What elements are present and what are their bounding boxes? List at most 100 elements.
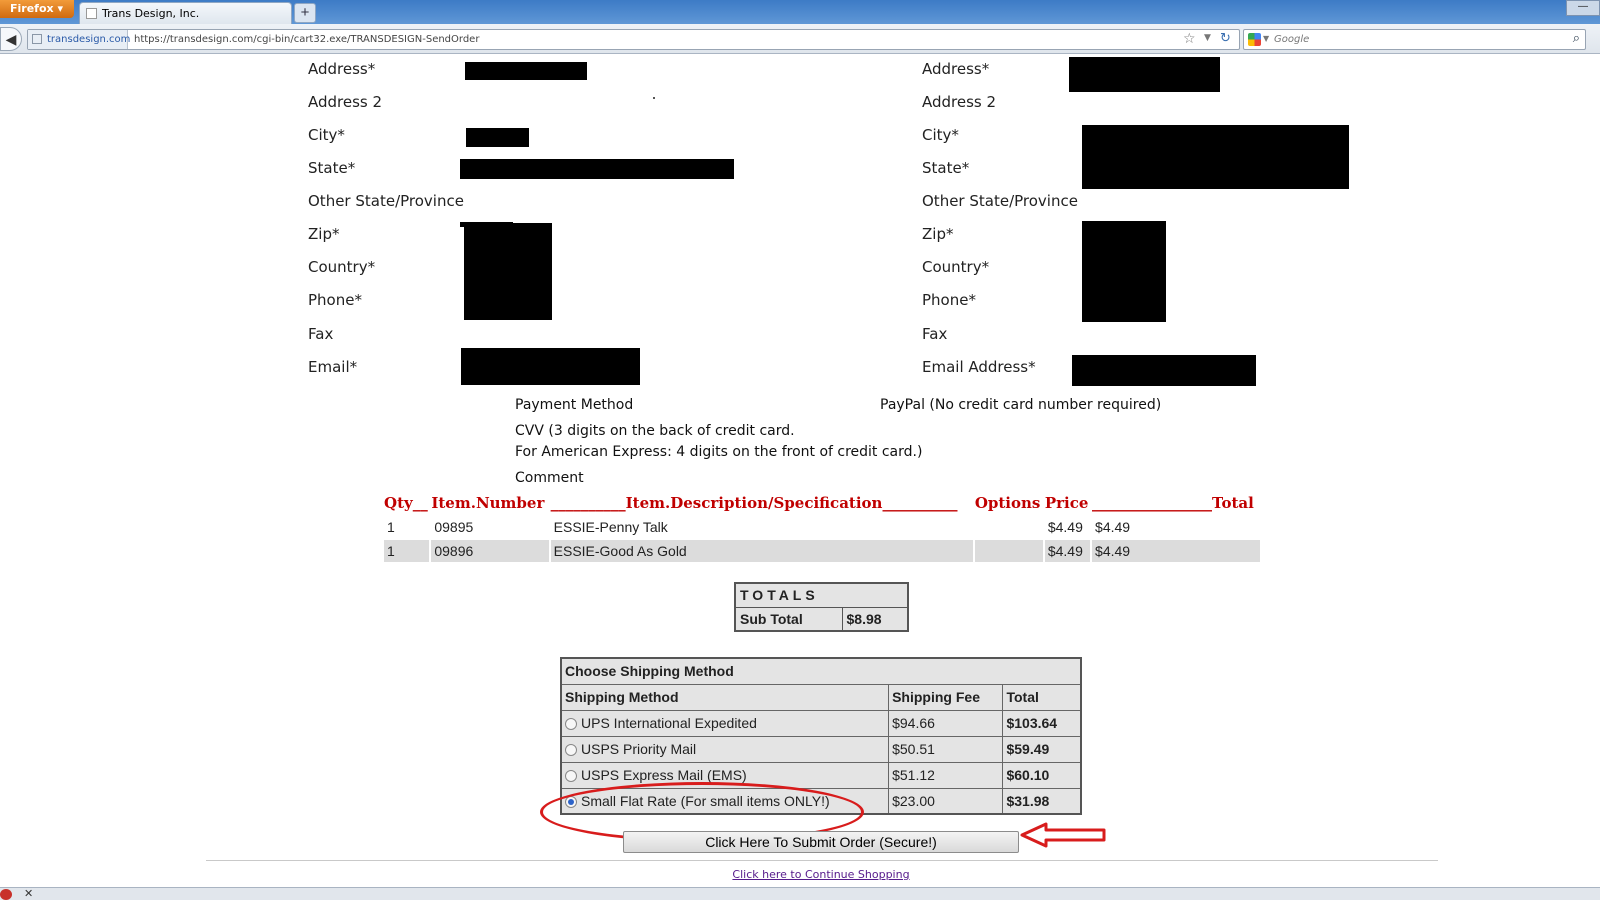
billing-country-label: Country* — [308, 258, 376, 276]
row-total: $4.49 — [1095, 519, 1131, 535]
tab-title: Trans Design, Inc. — [102, 7, 200, 20]
search-engine-icon[interactable] — [1248, 33, 1261, 46]
bookmark-star-icon[interactable]: ☆ — [1183, 31, 1196, 47]
totals-title: TOTALS — [734, 582, 909, 608]
row-item-number: 09895 — [434, 519, 474, 535]
shipping-fee: $94.66 — [888, 709, 1004, 737]
new-tab-button[interactable]: + — [294, 3, 316, 23]
shipping-option-usps-priority[interactable]: USPS Priority Mail — [560, 735, 890, 763]
cvv-note-line1: CVV (3 digits on the back of credit card… — [515, 423, 795, 439]
firefox-menu-button[interactable]: Firefox ▾ — [0, 0, 74, 18]
col-shipping-total: Total — [1002, 683, 1082, 711]
totals-table: TOTALS Sub Total $8.98 — [734, 582, 909, 632]
site-identity-label: transdesign.com — [47, 34, 131, 45]
site-identity-icon — [32, 34, 42, 44]
billing-email-label: Email* — [308, 358, 358, 376]
col-options: Options — [974, 494, 1041, 512]
billing-other-state-label: Other State/Province — [308, 192, 464, 210]
shipping-option-name: USPS Priority Mail — [581, 741, 697, 757]
billing-zip-label: Zip* — [308, 225, 340, 243]
history-dropdown-icon[interactable]: ▼ — [1204, 33, 1211, 43]
redacted-ship-email — [1072, 355, 1256, 386]
shipping-fee: $50.51 — [888, 735, 1004, 763]
site-identity-button[interactable]: transdesign.com — [28, 30, 131, 49]
shipping-fee: $23.00 — [888, 787, 1004, 815]
row-options — [975, 516, 1043, 538]
continue-shopping-link[interactable]: Click here to Continue Shopping — [0, 868, 1600, 881]
radio-button[interactable] — [565, 770, 577, 782]
row-description: ESSIE-Good As Gold — [550, 540, 973, 562]
ship-city-label: City* — [922, 126, 959, 144]
billing-address2-label: Address 2 — [308, 93, 383, 111]
billing-fax-label: Fax — [308, 325, 334, 343]
shipping-total: $60.10 — [1002, 761, 1082, 789]
billing-state-label: State* — [308, 159, 356, 177]
submit-order-button[interactable]: Click Here To Submit Order (Secure!) — [623, 831, 1019, 853]
comment-label: Comment — [515, 470, 584, 486]
redacted-ship-city-state — [1082, 125, 1349, 189]
redacted-billing-address — [465, 62, 587, 80]
shipping-total: $103.64 — [1002, 709, 1082, 737]
ship-zip-label: Zip* — [922, 225, 954, 243]
table-row: 1 09896 ESSIE-Good As Gold $4.49 $4.49 — [384, 540, 1260, 562]
ship-country-label: Country* — [922, 258, 990, 276]
ship-state-label: State* — [922, 159, 970, 177]
shipping-title: Choose Shipping Method — [560, 657, 1082, 685]
payment-method-label: Payment Method — [515, 397, 634, 413]
redacted-billing-zip-phone — [464, 223, 552, 320]
cvv-note-line2: For American Express: 4 digits on the fr… — [515, 444, 923, 460]
col-shipping-method: Shipping Method — [560, 683, 890, 711]
search-placeholder: Google — [1274, 34, 1310, 45]
shipping-option-ups[interactable]: UPS International Expedited — [560, 709, 890, 737]
redacted-billing-email — [461, 348, 640, 385]
table-row: 1 09895 ESSIE-Penny Talk $4.49 $4.49 — [384, 516, 1260, 538]
search-input[interactable]: ▼ Google ⌕ — [1243, 29, 1586, 50]
subtotal-label: Sub Total — [734, 606, 843, 632]
browser-tab[interactable]: Trans Design, Inc. — [79, 2, 292, 24]
engine-dropdown-icon[interactable]: ▼ — [1263, 34, 1269, 43]
row-price: $4.49 — [1047, 519, 1083, 535]
close-icon[interactable]: ✕ — [24, 887, 33, 900]
ship-phone-label: Phone* — [922, 291, 976, 309]
minimize-button[interactable]: — — [1566, 0, 1600, 16]
shipping-option-row[interactable]: UPS International Expedited $94.66 $103.… — [560, 709, 1082, 737]
col-qty: Qty__ — [384, 494, 428, 512]
back-button[interactable]: ◀ — [0, 27, 22, 51]
radio-button[interactable] — [565, 744, 577, 756]
subtotal-value: $8.98 — [841, 606, 909, 632]
reload-icon[interactable]: ↻ — [1220, 31, 1231, 46]
page-favicon-icon — [86, 8, 97, 19]
billing-address-label: Address* — [308, 60, 376, 78]
stray-mark — [653, 97, 655, 99]
payment-method-value: PayPal (No credit card number required) — [880, 397, 1162, 413]
col-item-number: Item.Number — [431, 494, 545, 512]
shipping-total: $31.98 — [1002, 787, 1082, 815]
url-bar[interactable]: transdesign.com https://transdesign.com/… — [27, 29, 1240, 50]
annotation-arrow-icon — [1020, 822, 1106, 848]
ship-fax-label: Fax — [922, 325, 948, 343]
redacted-billing-city — [466, 128, 529, 147]
row-price: $4.49 — [1044, 540, 1091, 562]
shipping-fee: $51.12 — [888, 761, 1004, 789]
ship-address2-label: Address 2 — [922, 93, 997, 111]
radio-button[interactable] — [565, 718, 577, 730]
shipping-option-row[interactable]: USPS Priority Mail $50.51 $59.49 — [560, 735, 1082, 763]
browser-statusbar: ✕ — [0, 887, 1600, 900]
col-description: __________Item.Description/Specification… — [550, 494, 958, 512]
ship-other-state-label: Other State/Province — [922, 192, 1078, 210]
ship-address-label: Address* — [922, 60, 990, 78]
search-go-icon[interactable]: ⌕ — [1573, 31, 1580, 46]
redacted-ship-address — [1069, 57, 1220, 92]
addon-icon[interactable] — [0, 889, 12, 900]
items-header-row: Qty__ Item.Number __________Item.Descrip… — [384, 494, 1260, 514]
row-options — [974, 540, 1043, 562]
redacted-ship-zip-phone — [1082, 221, 1166, 322]
url-text: https://transdesign.com/cgi-bin/cart32.e… — [134, 34, 480, 45]
order-items-table: Qty__ Item.Number __________Item.Descrip… — [382, 492, 1262, 564]
billing-phone-label: Phone* — [308, 291, 362, 309]
col-price: Price — [1044, 494, 1089, 512]
col-total: ________________Total — [1092, 494, 1254, 512]
divider — [206, 860, 1438, 861]
shipping-option-name: USPS Express Mail (EMS) — [581, 767, 747, 783]
ship-email-label: Email Address* — [922, 358, 1036, 376]
